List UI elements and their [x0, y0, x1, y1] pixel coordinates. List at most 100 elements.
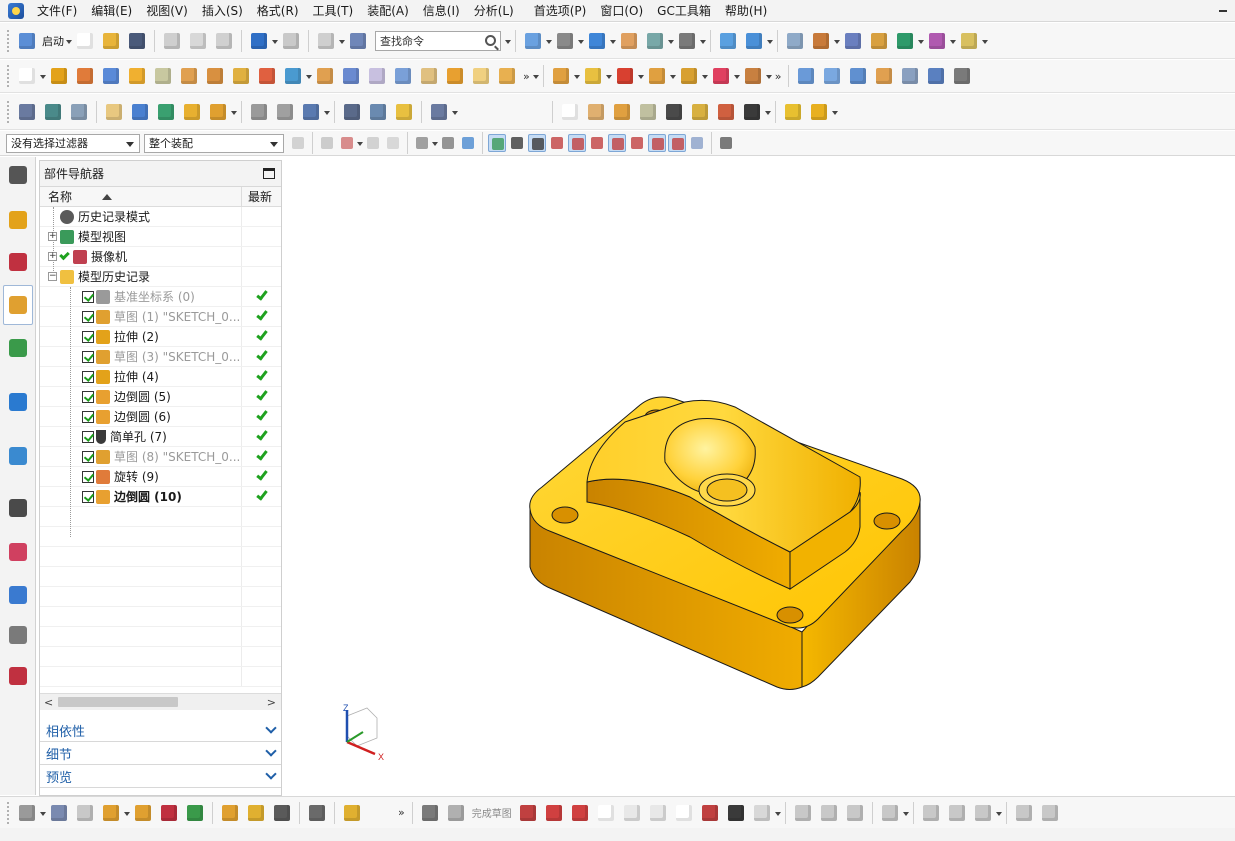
start-dropdown[interactable] [66, 30, 72, 52]
layer-settings-icon[interactable] [618, 30, 640, 52]
menu-analysis[interactable]: 分析(L) [467, 0, 521, 22]
resize-blend-icon[interactable] [742, 65, 764, 87]
suppress-checkbox[interactable] [82, 450, 94, 463]
mesh-surface-icon[interactable] [821, 65, 843, 87]
drawing-sheet-icon[interactable] [663, 101, 685, 123]
constraint-dropdown[interactable] [902, 802, 909, 824]
pocket-icon[interactable] [152, 65, 174, 87]
wcs-icon[interactable] [810, 30, 832, 52]
quick-extend-icon[interactable] [818, 802, 840, 824]
show-hide-icon[interactable] [644, 30, 666, 52]
linkage-icon[interactable] [367, 101, 389, 123]
column-header-latest[interactable]: 最新 [242, 187, 281, 206]
text-note-icon[interactable] [207, 101, 229, 123]
mounting-hole[interactable] [873, 512, 901, 530]
undo-icon[interactable] [248, 30, 270, 52]
note-dropdown[interactable] [231, 101, 237, 123]
ribbon-minimize-button[interactable] [1219, 10, 1227, 12]
transform-dropdown[interactable] [767, 30, 773, 52]
assembly-constraint-icon[interactable] [155, 101, 177, 123]
sketch-dropdown[interactable] [40, 65, 46, 87]
suppress-checkbox[interactable] [82, 410, 94, 423]
search-dropdown[interactable] [505, 30, 511, 52]
select-solid-icon[interactable] [459, 134, 477, 152]
move-component-icon[interactable] [181, 101, 203, 123]
through-hole[interactable] [706, 478, 748, 502]
part-model-viewport[interactable] [290, 157, 1235, 795]
studio-surface-icon[interactable] [925, 65, 947, 87]
roles-tab-icon[interactable] [5, 622, 31, 648]
suppress-checkbox[interactable] [82, 390, 94, 403]
section-details[interactable]: 细节 [40, 742, 281, 765]
explode-step-icon[interactable] [184, 802, 206, 824]
delete-dropdown[interactable] [637, 65, 644, 87]
view-creation-icon[interactable] [637, 101, 659, 123]
pack-icon[interactable] [306, 802, 328, 824]
tree-node-model-views[interactable]: + 模型视图 [40, 227, 281, 247]
layer-stack-icon[interactable] [42, 101, 64, 123]
menu-edit[interactable]: 编辑(E) [84, 0, 139, 22]
cut-icon[interactable] [161, 30, 183, 52]
block-icon[interactable] [314, 65, 336, 87]
draft-icon[interactable] [496, 65, 518, 87]
tree-node-sketch-8[interactable]: 草图 (8) "SKETCH_0... [40, 447, 281, 467]
section-preview[interactable]: 预览 [40, 765, 281, 788]
pmi-dropdown[interactable] [950, 30, 956, 52]
filter-settings-icon[interactable] [289, 134, 307, 152]
delete-face-icon[interactable] [614, 65, 636, 87]
rectangle-select-icon[interactable] [413, 134, 431, 152]
n-sided-surface-icon[interactable] [899, 65, 921, 87]
render-dropdown[interactable] [610, 30, 616, 52]
repeat-command-icon[interactable] [315, 30, 337, 52]
polygon-icon[interactable] [699, 802, 721, 824]
suppress-checkbox[interactable] [82, 290, 94, 303]
dimension-ruler-icon[interactable] [958, 30, 980, 52]
revolve-icon[interactable] [74, 65, 96, 87]
tolerance-fit-icon[interactable] [741, 101, 763, 123]
menu-gc-toolbox[interactable]: GC工具箱 [650, 0, 718, 22]
offset-curve-icon[interactable] [751, 802, 773, 824]
mounting-hole[interactable] [551, 506, 579, 524]
mate-icon[interactable] [132, 802, 154, 824]
add-part-dropdown[interactable] [124, 802, 130, 824]
tree-node-extrude-4[interactable]: 拉伸 (4) [40, 367, 281, 387]
make-corner-icon[interactable] [844, 802, 866, 824]
curve-rule-dropdown[interactable] [357, 132, 363, 154]
expand-toggle[interactable]: + [48, 232, 57, 241]
tree-node-cameras[interactable]: + 摄像机 [40, 247, 281, 267]
select-body-icon[interactable] [439, 134, 457, 152]
assembly-navigator-icon[interactable] [16, 101, 38, 123]
fillet-sketch-icon[interactable] [621, 802, 643, 824]
motion-dropdown[interactable] [452, 101, 458, 123]
assembly-tools-icon[interactable] [16, 802, 38, 824]
bom-dropdown[interactable] [324, 101, 330, 123]
assembly-clearance-icon[interactable] [48, 802, 70, 824]
pull-face-icon[interactable] [710, 65, 732, 87]
palette-icon[interactable] [868, 30, 890, 52]
table-annotation-icon[interactable] [585, 101, 607, 123]
menu-format[interactable]: 格式(R) [250, 0, 306, 22]
menu-assembly[interactable]: 装配(A) [360, 0, 416, 22]
interaction-icon[interactable] [384, 134, 402, 152]
chamfer-sketch-icon[interactable] [647, 802, 669, 824]
collapse-toggle[interactable]: − [48, 272, 57, 281]
view-triad[interactable]: Z X [335, 702, 395, 762]
expand-toggle[interactable]: + [48, 252, 57, 261]
menu-insert[interactable]: 插入(S) [195, 0, 250, 22]
curve-rule-icon[interactable] [338, 134, 356, 152]
render-style-icon[interactable] [586, 30, 608, 52]
background-icon[interactable] [676, 30, 698, 52]
suppress-checkbox[interactable] [82, 350, 94, 363]
repeat-dropdown[interactable] [339, 30, 345, 52]
mounting-hole[interactable] [776, 606, 804, 624]
assembly-navigator-tab-icon[interactable] [5, 207, 31, 233]
eraser-icon[interactable] [103, 101, 125, 123]
weld-icon[interactable] [248, 101, 270, 123]
rect-select-dropdown[interactable] [432, 132, 438, 154]
toolbar-overflow-chevron[interactable]: » [398, 806, 405, 819]
tree-node-edge-blend-5[interactable]: 边倒圆 (5) [40, 387, 281, 407]
menu-preferences[interactable]: 首选项(P) [527, 0, 594, 22]
menu-help[interactable]: 帮助(H) [718, 0, 774, 22]
suppress-checkbox[interactable] [82, 310, 94, 323]
synchronous-icon[interactable] [646, 65, 668, 87]
